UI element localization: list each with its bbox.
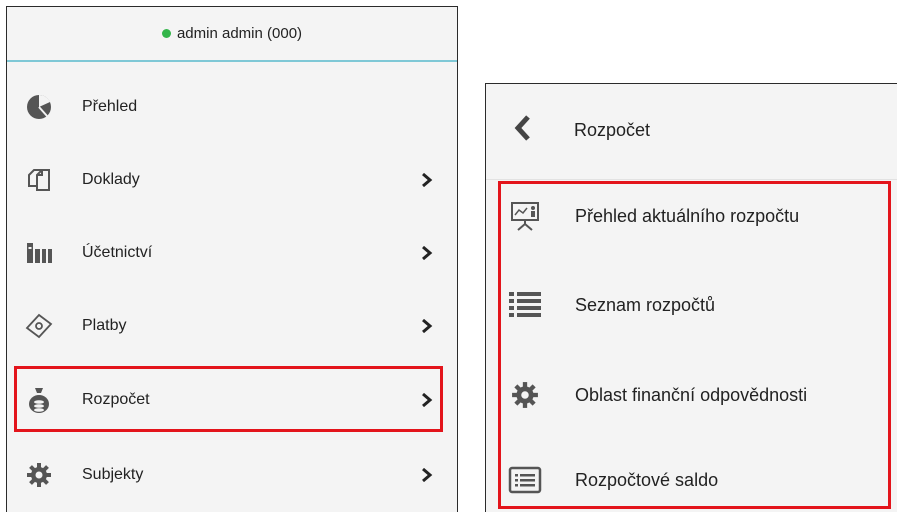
chevron-right-icon bbox=[422, 468, 433, 482]
chevron-right-icon bbox=[422, 319, 433, 333]
gear-icon bbox=[25, 461, 53, 489]
chevron-left-icon[interactable] bbox=[514, 114, 532, 142]
submenu-title: Rozpočet bbox=[574, 120, 651, 140]
menu-item-subjekty[interactable]: Subjekty bbox=[7, 445, 457, 505]
chevron-right-icon bbox=[422, 246, 433, 260]
chevron-right-icon bbox=[422, 393, 433, 407]
gear-icon bbox=[508, 378, 542, 412]
documents-icon bbox=[25, 166, 53, 194]
banknote-icon bbox=[25, 312, 53, 340]
submenu-panel: Rozpočet Přehled aktuálního rozpočtu Sez… bbox=[485, 83, 897, 512]
menu-item-label: Platby bbox=[82, 317, 127, 334]
menu-item-label: Doklady bbox=[82, 171, 140, 188]
submenu-item-label: Oblast finanční odpovědnosti bbox=[575, 385, 808, 405]
card-list-icon bbox=[508, 463, 542, 497]
online-status-dot bbox=[161, 29, 171, 38]
main-menu-panel: admin admin (000) Přehled Doklady Účetni… bbox=[6, 6, 458, 512]
submenu-item-label: Přehled aktuálního rozpočtu bbox=[575, 206, 800, 226]
chevron-right-icon bbox=[422, 173, 433, 187]
money-bag-icon bbox=[25, 386, 53, 414]
user-header: admin admin (000) bbox=[7, 7, 457, 62]
menu-item-label: Účetnictví bbox=[82, 244, 153, 261]
menu-item-prehled[interactable]: Přehled bbox=[7, 77, 457, 137]
submenu-item-rozpoctove-saldo[interactable]: Rozpočtové saldo bbox=[486, 453, 897, 513]
submenu-item-prehled-aktualniho-rozpoctu[interactable]: Přehled aktuálního rozpočtu bbox=[486, 189, 897, 249]
list-icon bbox=[508, 288, 542, 322]
menu-item-label: Přehled bbox=[82, 98, 138, 115]
menu-item-doklady[interactable]: Doklady bbox=[7, 150, 457, 210]
submenu-item-oblast-financni-odpovednosti[interactable]: Oblast finanční odpovědnosti bbox=[486, 368, 897, 428]
books-icon bbox=[25, 239, 53, 267]
presentation-icon bbox=[508, 199, 542, 233]
submenu-item-label: Rozpočtové saldo bbox=[575, 470, 719, 490]
menu-item-platby[interactable]: Platby bbox=[7, 296, 457, 356]
pie-chart-icon bbox=[25, 93, 53, 121]
user-name: admin admin (000) bbox=[176, 25, 303, 42]
menu-item-label: Subjekty bbox=[82, 466, 144, 483]
menu-item-label: Rozpočet bbox=[82, 391, 150, 408]
submenu-item-seznam-rozpoctu[interactable]: Seznam rozpočtů bbox=[486, 278, 897, 338]
menu-item-rozpocet[interactable]: Rozpočet bbox=[7, 370, 457, 430]
submenu-item-label: Seznam rozpočtů bbox=[575, 295, 716, 315]
menu-item-ucetnictvi[interactable]: Účetnictví bbox=[7, 223, 457, 283]
submenu-header: Rozpočet bbox=[486, 84, 897, 180]
